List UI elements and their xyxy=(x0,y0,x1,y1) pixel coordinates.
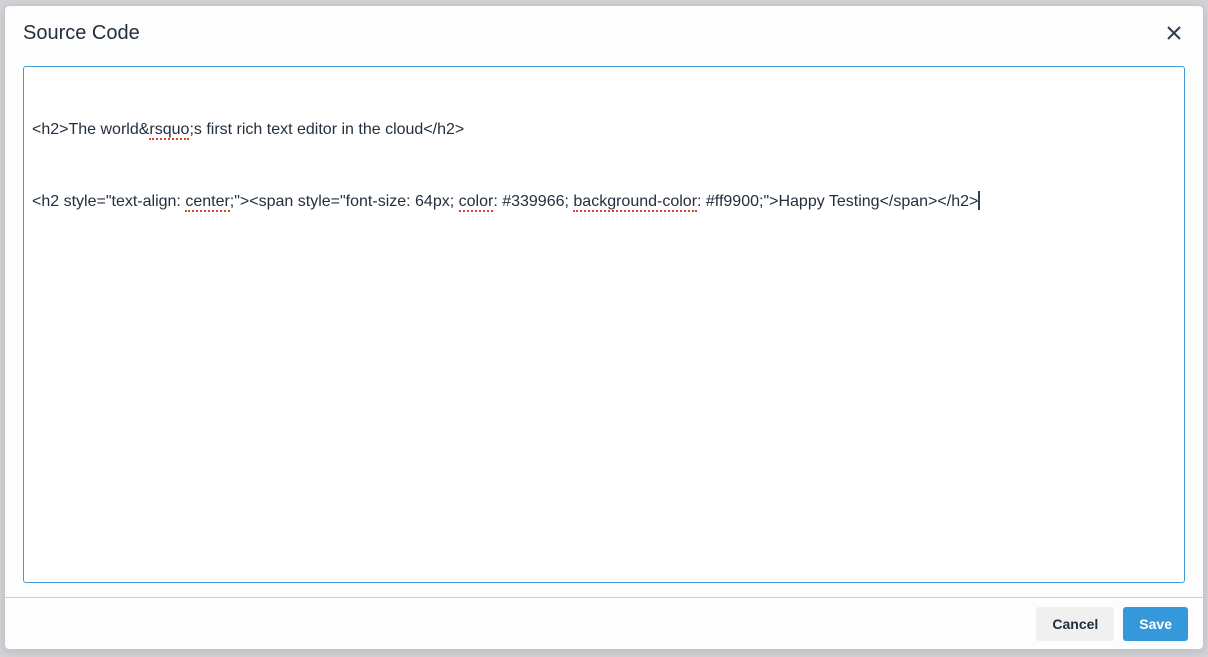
close-icon xyxy=(1167,26,1181,40)
code-line-2: <h2 style="text-align: center;"><span st… xyxy=(32,190,1176,214)
source-code-textarea[interactable]: <h2>The world&rsquo;s first rich text ed… xyxy=(23,66,1185,583)
text-caret xyxy=(978,191,980,210)
code-segment: <h2 style="text-align: xyxy=(32,193,186,210)
code-segment-misspelled: background-color xyxy=(573,193,698,212)
save-button[interactable]: Save xyxy=(1123,606,1188,641)
page-background: Source Code <h2>The world&rsquo;s first … xyxy=(0,0,1208,657)
dialog-footer: Cancel Save xyxy=(5,597,1203,649)
code-segment-misspelled: color xyxy=(458,193,494,212)
close-button[interactable] xyxy=(1157,16,1191,50)
code-segment: : #339966; xyxy=(493,193,574,210)
code-segment: <h2>The world& xyxy=(32,121,150,138)
cancel-button[interactable]: Cancel xyxy=(1036,606,1115,641)
code-segment-misspelled: rsquo xyxy=(149,121,190,140)
dialog-body: <h2>The world&rsquo;s first rich text ed… xyxy=(5,58,1203,597)
dialog-title: Source Code xyxy=(23,22,140,44)
source-code-dialog: Source Code <h2>The world&rsquo;s first … xyxy=(4,5,1204,650)
code-segment-misspelled: center xyxy=(185,193,230,212)
code-line-1: <h2>The world&rsquo;s first rich text ed… xyxy=(32,118,1176,142)
code-segment: ;"><span style="font-size: 64px; xyxy=(229,193,459,210)
dialog-header: Source Code xyxy=(5,6,1203,58)
code-segment: : #ff9900;">Happy Testing</span></h2> xyxy=(697,193,979,210)
code-segment: ;s first rich text editor in the cloud</… xyxy=(189,121,465,138)
